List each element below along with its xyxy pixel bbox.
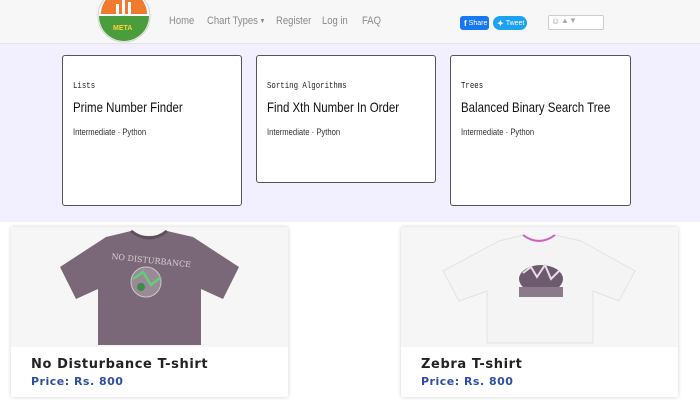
product-name[interactable]: No Disturbance T-shirt: [31, 357, 208, 372]
product-image[interactable]: [401, 227, 678, 347]
nav-chart-types-dropdown[interactable]: Chart Types ▼: [207, 15, 266, 27]
caret-down-icon: ▼: [259, 17, 266, 25]
project-card-find-xth-number[interactable]: Sorting Algorithms Find Xth Number In Or…: [256, 55, 436, 183]
downvote-arrow-icon[interactable]: ▼: [569, 16, 577, 25]
tshirt-purple-image: NO DISTURBANCE: [60, 229, 239, 345]
nav-login-link[interactable]: Log in: [322, 15, 348, 27]
tweet-label: Tweet: [505, 19, 525, 27]
nav-home-link[interactable]: Home: [169, 15, 194, 27]
card-category: Sorting Algorithms: [267, 81, 347, 91]
project-card-balanced-bst[interactable]: Trees Balanced Binary Search Tree Interm…: [450, 55, 631, 206]
product-image[interactable]: NO DISTURBANCE: [11, 227, 288, 347]
nav-register-link[interactable]: Register: [276, 15, 311, 27]
card-title: Prime Number Finder: [73, 99, 183, 115]
product-card-zebra-tshirt[interactable]: Zebra T-shirt Price: Rs. 800: [401, 227, 678, 397]
card-meta: Intermediate · Python: [73, 127, 147, 137]
product-name[interactable]: Zebra T-shirt: [421, 357, 523, 372]
facebook-share-label: Share: [468, 19, 488, 27]
reddit-icon[interactable]: ☺: [551, 16, 560, 26]
featured-projects-band: Lists Prime Number Finder Intermediate ·…: [0, 44, 700, 222]
product-price: Price: Rs. 800: [421, 375, 514, 388]
card-title: Find Xth Number In Order: [267, 99, 400, 115]
card-category: Lists: [73, 81, 96, 91]
project-card-prime-number-finder[interactable]: Lists Prime Number Finder Intermediate ·…: [62, 55, 242, 206]
nav-faq-link[interactable]: FAQ: [362, 15, 381, 27]
product-card-no-disturbance-tshirt[interactable]: NO DISTURBANCE No Disturbance T-shirt Pr…: [11, 227, 288, 397]
top-navbar: META Home Chart Types ▼ Register Log in F…: [0, 0, 700, 44]
product-price: Price: Rs. 800: [31, 375, 124, 388]
logo-text: META: [113, 25, 132, 32]
card-category: Trees: [461, 81, 484, 91]
card-meta: Intermediate · Python: [267, 127, 341, 137]
upvote-arrow-icon[interactable]: ▲: [561, 16, 569, 25]
card-title: Balanced Binary Search Tree: [461, 99, 611, 115]
card-meta: Intermediate · Python: [461, 127, 535, 137]
tweet-button[interactable]: ✦ Tweet: [493, 16, 527, 30]
nav-chart-types-label: Chart Types: [207, 15, 258, 27]
twitter-bird-icon: ✦: [497, 18, 504, 28]
facebook-icon: f: [464, 18, 467, 28]
meta-logo[interactable]: META: [95, 0, 153, 48]
tshirt-white-image: [442, 234, 636, 344]
facebook-share-button[interactable]: f Share: [460, 16, 489, 30]
